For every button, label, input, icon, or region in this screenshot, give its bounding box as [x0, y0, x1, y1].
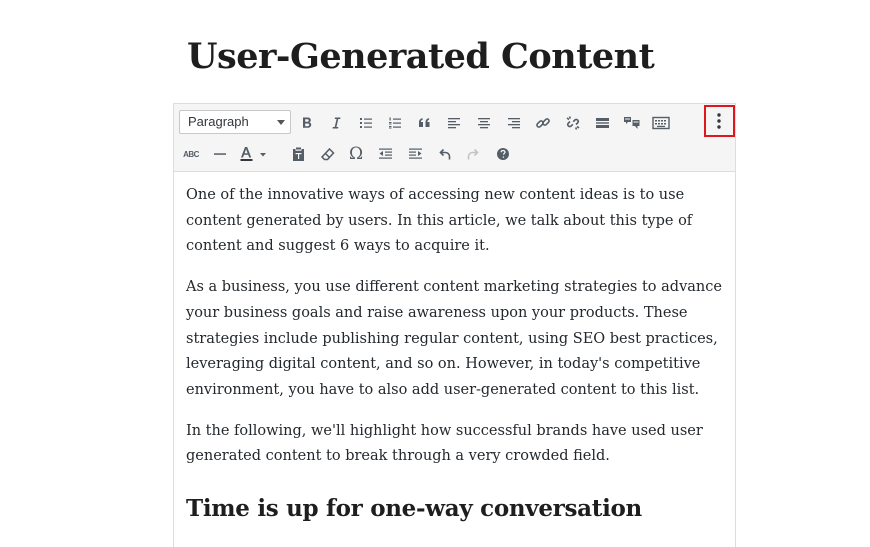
toolbar-toggle-button[interactable]	[619, 110, 645, 136]
horizontal-line-icon	[214, 153, 226, 155]
special-character-button[interactable]: Ω	[343, 141, 369, 167]
bold-icon	[303, 117, 312, 128]
eraser-icon	[320, 147, 335, 160]
omega-label: Ω	[348, 144, 364, 164]
align-left-button[interactable]	[441, 110, 467, 136]
content-heading[interactable]: Time is up for one-way conversation	[186, 496, 726, 522]
bold-button[interactable]	[294, 110, 320, 136]
indent-icon	[408, 148, 422, 159]
numbered-list-icon	[389, 117, 401, 129]
numbered-list-button[interactable]	[382, 110, 408, 136]
text-color-button[interactable]	[236, 141, 272, 167]
format-select-value: Paragraph	[188, 114, 249, 129]
redo-icon	[467, 148, 479, 159]
insert-link-button[interactable]	[530, 110, 556, 136]
content-paragraph-2[interactable]: As a business, you use different content…	[186, 275, 726, 404]
vertical-ellipsis-icon	[717, 113, 721, 129]
italic-button[interactable]	[323, 110, 349, 136]
increase-indent-button[interactable]	[402, 141, 428, 167]
bulleted-list-button[interactable]	[353, 110, 379, 136]
more-options-button[interactable]	[706, 108, 732, 134]
clipboard-icon	[292, 147, 304, 161]
unlink-icon	[566, 116, 580, 130]
align-center-icon	[478, 118, 490, 129]
editor-content[interactable]: One of the innovative ways of accessing …	[186, 183, 726, 522]
keyboard-icon	[652, 116, 670, 130]
align-left-icon	[448, 118, 460, 129]
content-paragraph-3[interactable]: In the following, we'll highlight how su…	[186, 419, 726, 470]
blockquote-icon	[419, 118, 430, 127]
remove-link-button[interactable]	[560, 110, 586, 136]
horizontal-line-button[interactable]	[207, 141, 233, 167]
help-icon	[497, 148, 509, 160]
editor-toolbar: Paragraph ABC Ω	[174, 104, 735, 172]
spellcheck-label: ABC	[183, 149, 199, 159]
blockquote-button[interactable]	[412, 110, 438, 136]
text-color-icon	[240, 147, 266, 161]
spellcheck-button[interactable]: ABC	[178, 141, 204, 167]
paste-as-text-button[interactable]	[285, 141, 311, 167]
read-more-icon	[595, 118, 609, 128]
format-select[interactable]: Paragraph	[179, 110, 291, 134]
toolbar-toggle-icon	[624, 117, 640, 129]
align-right-icon	[508, 118, 520, 129]
help-button[interactable]	[490, 141, 516, 167]
italic-icon	[332, 117, 341, 129]
redo-button[interactable]	[460, 141, 486, 167]
chevron-down-icon	[277, 120, 285, 125]
outdent-icon	[378, 148, 392, 159]
undo-icon	[438, 148, 450, 159]
undo-button[interactable]	[431, 141, 457, 167]
classic-editor: Paragraph ABC Ω One of the innovative wa…	[173, 103, 736, 547]
read-more-button[interactable]	[589, 110, 615, 136]
post-title[interactable]: User-Generated Content	[187, 36, 655, 77]
decrease-indent-button[interactable]	[372, 141, 398, 167]
align-right-button[interactable]	[501, 110, 527, 136]
keyboard-shortcuts-button[interactable]	[648, 110, 674, 136]
align-center-button[interactable]	[471, 110, 497, 136]
clear-formatting-button[interactable]	[314, 141, 340, 167]
bulleted-list-icon	[360, 118, 372, 128]
link-icon	[536, 118, 550, 128]
content-paragraph-1[interactable]: One of the innovative ways of accessing …	[186, 183, 726, 260]
